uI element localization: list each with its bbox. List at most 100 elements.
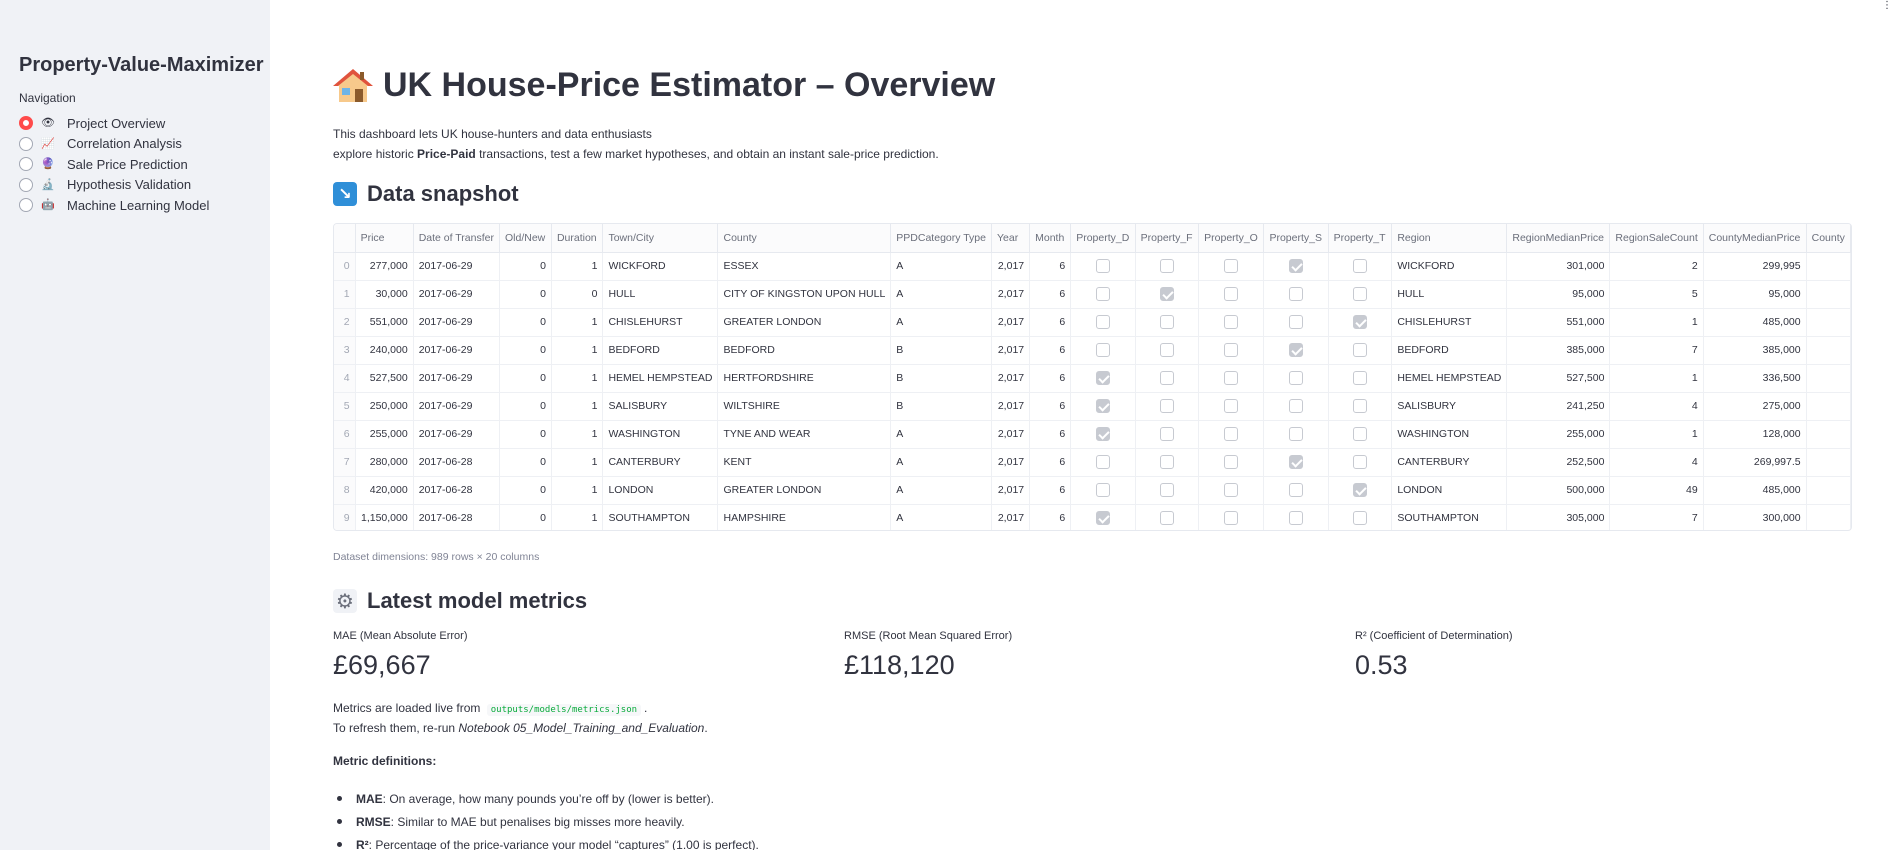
table-cell-checkbox[interactable] bbox=[1135, 476, 1200, 505]
table-cell[interactable]: 241,250 bbox=[1506, 392, 1611, 421]
radio-icon[interactable] bbox=[19, 177, 33, 192]
table-cell-checkbox[interactable] bbox=[1135, 448, 1200, 477]
table-cell-checkbox[interactable] bbox=[1328, 280, 1393, 309]
table-row[interactable]: 2 551,000 2017-06-29 0 1 CHISLEHURST GREATER L… bbox=[334, 308, 1851, 337]
table-cell-checkbox[interactable] bbox=[1135, 504, 1200, 530]
table-cell[interactable]: 1 bbox=[551, 504, 604, 530]
table-cell[interactable]: HEMEL HEMPSTEAD bbox=[602, 364, 719, 393]
table-cell[interactable]: 0 bbox=[499, 364, 552, 393]
row-index[interactable]: 5 bbox=[334, 392, 356, 421]
table-cell[interactable]: LONDON bbox=[602, 476, 719, 505]
table-cell[interactable]: 6 bbox=[1029, 364, 1072, 393]
table-cell[interactable]: A bbox=[890, 308, 992, 337]
table-cell[interactable] bbox=[1806, 392, 1851, 421]
column-header[interactable]: Property_O bbox=[1198, 224, 1265, 253]
table-cell[interactable]: 4 bbox=[1609, 448, 1704, 477]
table-cell[interactable]: 1,150,000 bbox=[355, 504, 414, 530]
table-cell-checkbox[interactable] bbox=[1135, 308, 1200, 337]
column-header[interactable]: Old/New bbox=[499, 224, 552, 253]
table-cell-checkbox[interactable] bbox=[1198, 308, 1265, 337]
table-cell[interactable]: 250,000 bbox=[355, 392, 414, 421]
column-header[interactable]: CountyMedianPrice bbox=[1703, 224, 1807, 253]
table-cell-checkbox[interactable] bbox=[1135, 364, 1200, 393]
table-row[interactable]: 1 30,000 2017-06-29 0 0 HULL CITY OF KINGSTON … bbox=[334, 280, 1851, 309]
table-cell[interactable]: 2017-06-28 bbox=[413, 504, 501, 530]
table-row[interactable]: 3 240,000 2017-06-29 0 1 BEDFORD BEDFORD B 2,017… bbox=[334, 336, 1851, 365]
radio-icon[interactable] bbox=[19, 157, 33, 172]
table-cell[interactable]: HEMEL HEMPSTEAD bbox=[1391, 364, 1508, 393]
column-header[interactable]: Date of Transfer bbox=[413, 224, 501, 253]
table-cell[interactable]: 1 bbox=[551, 420, 604, 449]
table-cell-checkbox[interactable] bbox=[1070, 364, 1136, 393]
table-cell[interactable]: 280,000 bbox=[355, 448, 414, 477]
table-cell[interactable]: 2017-06-29 bbox=[413, 392, 501, 421]
column-header[interactable]: Property_F bbox=[1135, 224, 1200, 253]
table-cell[interactable] bbox=[1806, 448, 1851, 477]
table-cell[interactable]: 2017-06-29 bbox=[413, 364, 501, 393]
table-cell[interactable]: 0 bbox=[499, 252, 552, 281]
table-cell[interactable]: 1 bbox=[1609, 420, 1704, 449]
table-cell[interactable]: 1 bbox=[551, 364, 604, 393]
table-cell-checkbox[interactable] bbox=[1328, 448, 1393, 477]
table-cell[interactable]: 269,997.5 bbox=[1703, 448, 1807, 477]
table-cell[interactable]: 0 bbox=[551, 280, 604, 309]
table-cell[interactable]: 0 bbox=[499, 476, 552, 505]
table-cell[interactable]: A bbox=[890, 420, 992, 449]
table-cell-checkbox[interactable] bbox=[1070, 420, 1136, 449]
table-cell[interactable]: GREATER LONDON bbox=[717, 476, 892, 505]
table-cell-checkbox[interactable] bbox=[1198, 280, 1265, 309]
table-cell-checkbox[interactable] bbox=[1198, 448, 1265, 477]
table-cell-checkbox[interactable] bbox=[1135, 392, 1200, 421]
table-cell-checkbox[interactable] bbox=[1070, 308, 1136, 337]
table-cell[interactable]: 2,017 bbox=[991, 364, 1031, 393]
table-cell[interactable]: 6 bbox=[1029, 308, 1072, 337]
row-index[interactable]: 4 bbox=[334, 364, 356, 393]
table-cell[interactable]: A bbox=[890, 448, 992, 477]
nav-item-sale-price-prediction[interactable]: 🔮 Sale Price Prediction bbox=[19, 154, 209, 175]
table-cell[interactable]: 275,000 bbox=[1703, 392, 1807, 421]
table-cell-checkbox[interactable] bbox=[1328, 336, 1393, 365]
table-cell[interactable]: KENT bbox=[717, 448, 892, 477]
table-cell-checkbox[interactable] bbox=[1070, 280, 1136, 309]
table-cell[interactable] bbox=[1806, 280, 1851, 309]
table-cell[interactable]: 2017-06-28 bbox=[413, 476, 501, 505]
table-cell[interactable]: 6 bbox=[1029, 476, 1072, 505]
table-cell-checkbox[interactable] bbox=[1198, 504, 1265, 530]
table-cell-checkbox[interactable] bbox=[1198, 252, 1265, 281]
table-cell[interactable]: 551,000 bbox=[355, 308, 414, 337]
table-cell[interactable] bbox=[1806, 504, 1851, 530]
table-cell[interactable]: 2,017 bbox=[991, 420, 1031, 449]
table-cell[interactable]: 527,500 bbox=[355, 364, 414, 393]
table-cell[interactable]: 6 bbox=[1029, 504, 1072, 530]
table-cell[interactable]: 301,000 bbox=[1506, 252, 1611, 281]
table-cell[interactable]: CANTERBURY bbox=[602, 448, 719, 477]
radio-icon[interactable] bbox=[19, 198, 33, 213]
table-cell[interactable]: BEDFORD bbox=[1391, 336, 1508, 365]
column-header[interactable]: RegionSaleCount bbox=[1609, 224, 1704, 253]
column-header[interactable]: Month bbox=[1029, 224, 1072, 253]
row-index[interactable]: 2 bbox=[334, 308, 356, 337]
table-cell[interactable]: 1 bbox=[1609, 364, 1704, 393]
table-cell[interactable]: 6 bbox=[1029, 252, 1072, 281]
table-cell[interactable]: 0 bbox=[499, 280, 552, 309]
table-cell[interactable]: HERTFORDSHIRE bbox=[717, 364, 892, 393]
table-cell[interactable]: 485,000 bbox=[1703, 308, 1807, 337]
table-cell-checkbox[interactable] bbox=[1263, 336, 1329, 365]
table-cell-checkbox[interactable] bbox=[1328, 504, 1393, 530]
table-cell-checkbox[interactable] bbox=[1198, 336, 1265, 365]
table-cell[interactable] bbox=[1806, 336, 1851, 365]
table-cell[interactable]: 1 bbox=[551, 392, 604, 421]
table-row[interactable]: 5 250,000 2017-06-29 0 1 SALISBURY WILTSHIRE B 2… bbox=[334, 392, 1851, 421]
table-cell[interactable]: 551,000 bbox=[1506, 308, 1611, 337]
table-cell[interactable]: 2,017 bbox=[991, 308, 1031, 337]
table-cell[interactable]: 1 bbox=[551, 308, 604, 337]
table-cell[interactable]: 1 bbox=[551, 448, 604, 477]
table-cell[interactable]: 485,000 bbox=[1703, 476, 1807, 505]
table-cell[interactable]: 2017-06-29 bbox=[413, 280, 501, 309]
table-cell[interactable]: 6 bbox=[1029, 280, 1072, 309]
table-cell[interactable]: 255,000 bbox=[1506, 420, 1611, 449]
table-cell[interactable] bbox=[1806, 252, 1851, 281]
table-cell-checkbox[interactable] bbox=[1263, 476, 1329, 505]
table-cell[interactable]: 0 bbox=[499, 308, 552, 337]
column-header[interactable]: Property_T bbox=[1328, 224, 1393, 253]
